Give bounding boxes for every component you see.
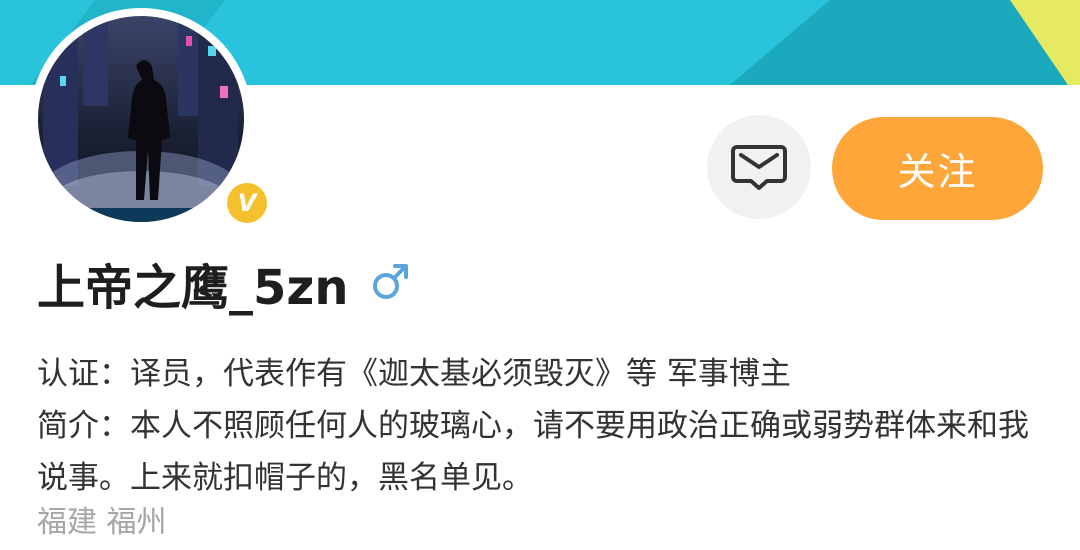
- avatar[interactable]: V: [30, 8, 272, 230]
- avatar-image: [38, 16, 244, 222]
- bio-text: 本人不照顾任何人的玻璃心，请不要用政治正确或弱势群体来和我说事。上来就扣帽子的，…: [37, 408, 1029, 496]
- verification-line: 认证：译员，代表作有《迦太基必须毁灭》等 军事博主: [37, 348, 1047, 400]
- bio-line: 简介：本人不照顾任何人的玻璃心，请不要用政治正确或弱势群体来和我说事。上来就扣帽…: [37, 400, 1047, 504]
- location: 福建 福州: [37, 505, 167, 540]
- bio-label: 简介：: [37, 408, 130, 444]
- male-icon: [371, 261, 411, 305]
- username: 上帝之鹰_5zn: [37, 260, 349, 316]
- message-icon: [731, 145, 787, 190]
- follow-button[interactable]: 关注: [832, 117, 1043, 220]
- verified-v-icon: V: [227, 183, 267, 223]
- profile-info: 认证：译员，代表作有《迦太基必须毁灭》等 军事博主 简介：本人不照顾任何人的玻璃…: [37, 348, 1047, 504]
- message-button[interactable]: [707, 115, 811, 219]
- verification-label: 认证：: [37, 356, 130, 392]
- verification-text: 译员，代表作有《迦太基必须毁灭》等 军事博主: [130, 356, 791, 392]
- username-row: 上帝之鹰_5zn: [37, 252, 411, 316]
- verified-badge: V: [222, 178, 272, 228]
